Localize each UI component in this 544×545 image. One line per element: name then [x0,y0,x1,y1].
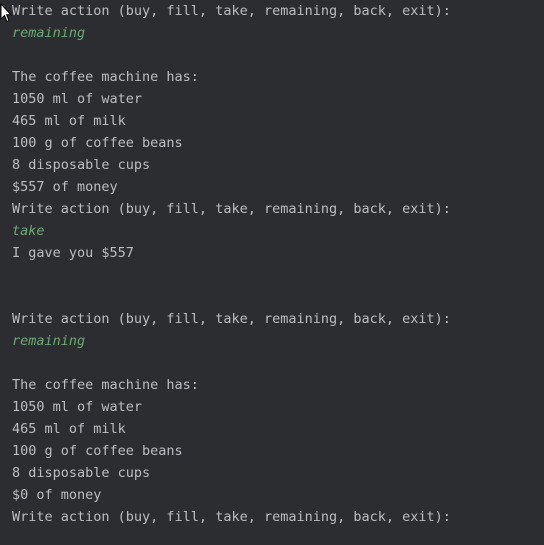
console-output-line: $557 of money [12,179,118,195]
mouse-pointer-icon [0,3,12,23]
console-input-line: remaining [12,25,86,41]
console-output-line: 8 disposable cups [12,157,151,173]
console-output-line: I gave you $557 [12,245,134,261]
console-output[interactable]: Write action (buy, fill, take, remaining… [12,0,544,528]
console-output-line: Write action (buy, fill, take, remaining… [12,509,451,525]
console-output-line: Write action (buy, fill, take, remaining… [12,201,451,217]
console-output-line: The coffee machine has: [12,69,199,85]
console-output-line: 1050 ml of water [12,399,143,415]
console-output-line: $0 of money [12,487,102,503]
console-output-line: Write action (buy, fill, take, remaining… [12,311,451,327]
console-output-line: 465 ml of milk [12,113,126,129]
console-output-line: 100 g of coffee beans [12,443,183,459]
console-output-line: 1050 ml of water [12,91,143,107]
console-output-line: 100 g of coffee beans [12,135,183,151]
console-output-line: Write action (buy, fill, take, remaining… [12,3,451,19]
console-output-line: 8 disposable cups [12,465,151,481]
console-output-line: 465 ml of milk [12,421,126,437]
console-output-line: The coffee machine has: [12,377,199,393]
console-input-line: take [12,223,45,239]
console-input-line: remaining [12,333,86,349]
